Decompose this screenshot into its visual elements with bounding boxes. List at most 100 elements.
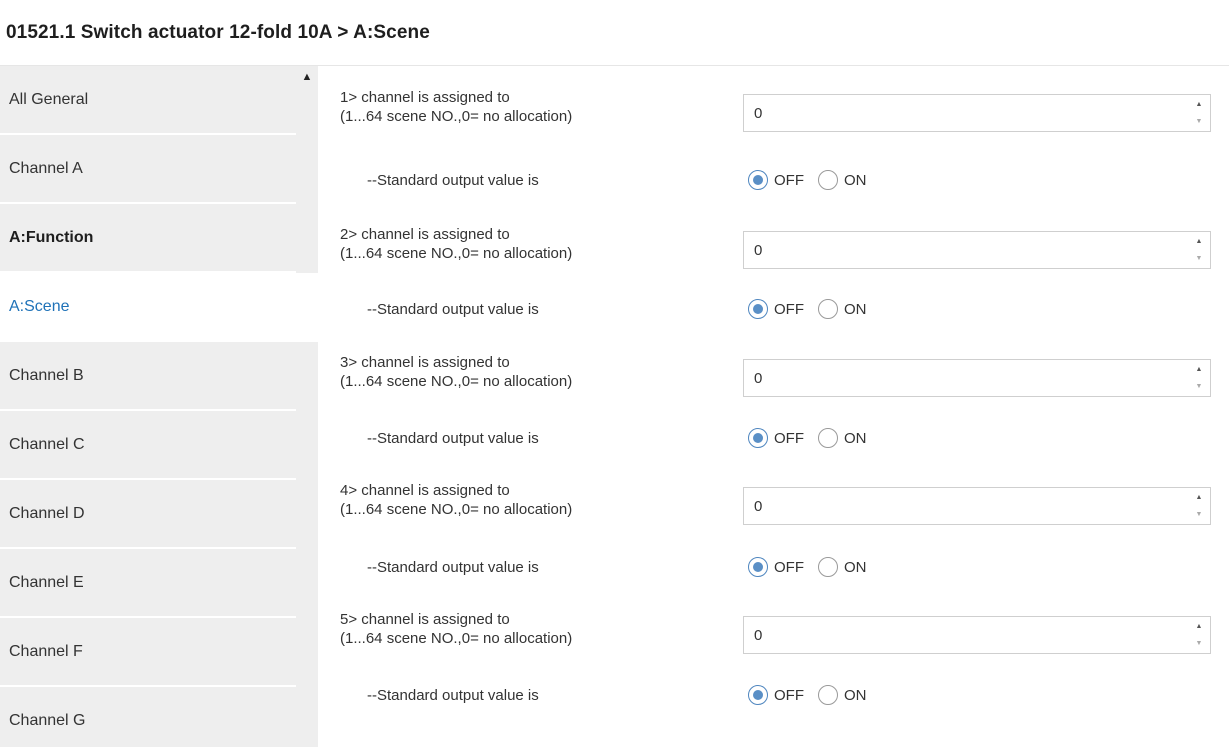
label-line-2: (1...64 scene NO.,0= no allocation)	[340, 245, 573, 262]
radio-off-label-1[interactable]: OFF	[774, 172, 804, 189]
radio-dot-icon	[753, 175, 763, 185]
spin-up-icon[interactable]: ▲	[1196, 100, 1203, 109]
scene-assignment-label-5: 5> channel is assigned to (1...64 scene …	[340, 610, 572, 648]
label-line-1: 1> channel is assigned to	[340, 89, 510, 106]
spinner[interactable]: ▲ ▼	[1194, 365, 1204, 391]
standard-output-label-5: --Standard output value is	[367, 687, 539, 704]
scene-number-value: 0	[754, 626, 763, 644]
sidebar-scrollbar[interactable]: ▲	[296, 66, 318, 747]
scene-number-field-4[interactable]: 0 ▲ ▼	[743, 487, 1211, 525]
radio-off-1[interactable]	[748, 170, 768, 190]
standard-output-label-2: --Standard output value is	[367, 301, 539, 318]
spinner[interactable]: ▲ ▼	[1194, 493, 1204, 519]
radio-on-4[interactable]	[818, 557, 838, 577]
spin-down-icon[interactable]: ▼	[1196, 639, 1203, 648]
scene-assignment-row-3: 3> channel is assigned to (1...64 scene …	[318, 351, 1229, 413]
standard-output-radio-group-4: OFF ON	[748, 557, 881, 577]
radio-off-label-3[interactable]: OFF	[774, 430, 804, 447]
page-title: 01521.1 Switch actuator 12-fold 10A > A:…	[6, 21, 430, 43]
radio-dot-icon	[753, 690, 763, 700]
scene-number-value: 0	[754, 497, 763, 515]
scene-number-field-1[interactable]: 0 ▲ ▼	[743, 94, 1211, 132]
standard-output-label-4: --Standard output value is	[367, 559, 539, 576]
label-line-2: (1...64 scene NO.,0= no allocation)	[340, 501, 573, 518]
sidebar-item-a-function[interactable]: A:Function	[0, 204, 296, 273]
radio-on-3[interactable]	[818, 428, 838, 448]
standard-output-label-3: --Standard output value is	[367, 430, 539, 447]
standard-output-radio-group-2: OFF ON	[748, 299, 881, 319]
scene-assignment-label-2: 2> channel is assigned to (1...64 scene …	[340, 225, 572, 263]
spin-up-icon[interactable]: ▲	[1196, 493, 1203, 502]
scene-assignment-label-4: 4> channel is assigned to (1...64 scene …	[340, 481, 572, 519]
sidebar-item-channel-b[interactable]: Channel B	[0, 342, 296, 411]
radio-on-2[interactable]	[818, 299, 838, 319]
scene-number-field-5[interactable]: 0 ▲ ▼	[743, 616, 1211, 654]
sidebar-item-channel-d[interactable]: Channel D	[0, 480, 296, 549]
radio-off-label-5[interactable]: OFF	[774, 687, 804, 704]
label-line-1: 4> channel is assigned to	[340, 482, 510, 499]
label-line-2: (1...64 scene NO.,0= no allocation)	[340, 373, 573, 390]
radio-on-5[interactable]	[818, 685, 838, 705]
radio-on-label-3[interactable]: ON	[844, 430, 867, 447]
spin-up-icon[interactable]: ▲	[1196, 365, 1203, 374]
parameter-panel: 1> channel is assigned to (1...64 scene …	[318, 66, 1229, 747]
scene-assignment-row-5: 5> channel is assigned to (1...64 scene …	[318, 608, 1229, 670]
standard-output-row-5: --Standard output value is OFF ON	[318, 676, 1229, 716]
standard-output-row-2: --Standard output value is OFF ON	[318, 290, 1229, 330]
sidebar-item-channel-f[interactable]: Channel F	[0, 618, 296, 687]
radio-on-label-4[interactable]: ON	[844, 559, 867, 576]
radio-on-label-2[interactable]: ON	[844, 301, 867, 318]
label-line-2: (1...64 scene NO.,0= no allocation)	[340, 108, 573, 125]
label-line-2: (1...64 scene NO.,0= no allocation)	[340, 630, 573, 647]
spin-up-icon[interactable]: ▲	[1196, 237, 1203, 246]
scroll-up-icon[interactable]: ▲	[298, 68, 316, 86]
sidebar-item-channel-a[interactable]: Channel A	[0, 135, 296, 204]
sidebar-item-a-scene[interactable]: A:Scene	[0, 273, 318, 342]
sidebar-item-channel-c[interactable]: Channel C	[0, 411, 296, 480]
radio-dot-icon	[753, 562, 763, 572]
standard-output-radio-group-3: OFF ON	[748, 428, 881, 448]
radio-on-1[interactable]	[818, 170, 838, 190]
spinner[interactable]: ▲ ▼	[1194, 622, 1204, 648]
spin-down-icon[interactable]: ▼	[1196, 510, 1203, 519]
standard-output-label-1: --Standard output value is	[367, 172, 539, 189]
spin-down-icon[interactable]: ▼	[1196, 254, 1203, 263]
radio-off-3[interactable]	[748, 428, 768, 448]
radio-off-label-4[interactable]: OFF	[774, 559, 804, 576]
scene-number-field-2[interactable]: 0 ▲ ▼	[743, 231, 1211, 269]
radio-on-label-1[interactable]: ON	[844, 172, 867, 189]
sidebar-item-channel-g[interactable]: Channel G	[0, 687, 296, 747]
spin-down-icon[interactable]: ▼	[1196, 382, 1203, 391]
sidebar: All General Channel A A:Function A:Scene…	[0, 66, 318, 747]
radio-off-4[interactable]	[748, 557, 768, 577]
spinner[interactable]: ▲ ▼	[1194, 100, 1204, 126]
scene-number-value: 0	[754, 241, 763, 259]
title-bar: 01521.1 Switch actuator 12-fold 10A > A:…	[0, 0, 1229, 66]
radio-off-5[interactable]	[748, 685, 768, 705]
sidebar-item-all-general[interactable]: All General	[0, 66, 296, 135]
spin-up-icon[interactable]: ▲	[1196, 622, 1203, 631]
label-line-1: 5> channel is assigned to	[340, 611, 510, 628]
scene-assignment-label-1: 1> channel is assigned to (1...64 scene …	[340, 88, 572, 126]
scene-number-value: 0	[754, 369, 763, 387]
standard-output-row-1: --Standard output value is OFF ON	[318, 161, 1229, 201]
scene-assignment-row-1: 1> channel is assigned to (1...64 scene …	[318, 86, 1229, 148]
radio-on-label-5[interactable]: ON	[844, 687, 867, 704]
scene-number-value: 0	[754, 104, 763, 122]
sidebar-item-channel-e[interactable]: Channel E	[0, 549, 296, 618]
standard-output-row-4: --Standard output value is OFF ON	[318, 548, 1229, 588]
spinner[interactable]: ▲ ▼	[1194, 237, 1204, 263]
radio-dot-icon	[753, 433, 763, 443]
scene-assignment-row-2: 2> channel is assigned to (1...64 scene …	[318, 223, 1229, 285]
scene-number-field-3[interactable]: 0 ▲ ▼	[743, 359, 1211, 397]
radio-dot-icon	[753, 304, 763, 314]
scene-assignment-row-4: 4> channel is assigned to (1...64 scene …	[318, 479, 1229, 541]
spin-down-icon[interactable]: ▼	[1196, 117, 1203, 126]
radio-off-2[interactable]	[748, 299, 768, 319]
radio-off-label-2[interactable]: OFF	[774, 301, 804, 318]
scene-assignment-label-3: 3> channel is assigned to (1...64 scene …	[340, 353, 572, 391]
standard-output-row-3: --Standard output value is OFF ON	[318, 419, 1229, 459]
standard-output-radio-group-5: OFF ON	[748, 685, 881, 705]
label-line-1: 3> channel is assigned to	[340, 354, 510, 371]
standard-output-radio-group-1: OFF ON	[748, 170, 881, 190]
